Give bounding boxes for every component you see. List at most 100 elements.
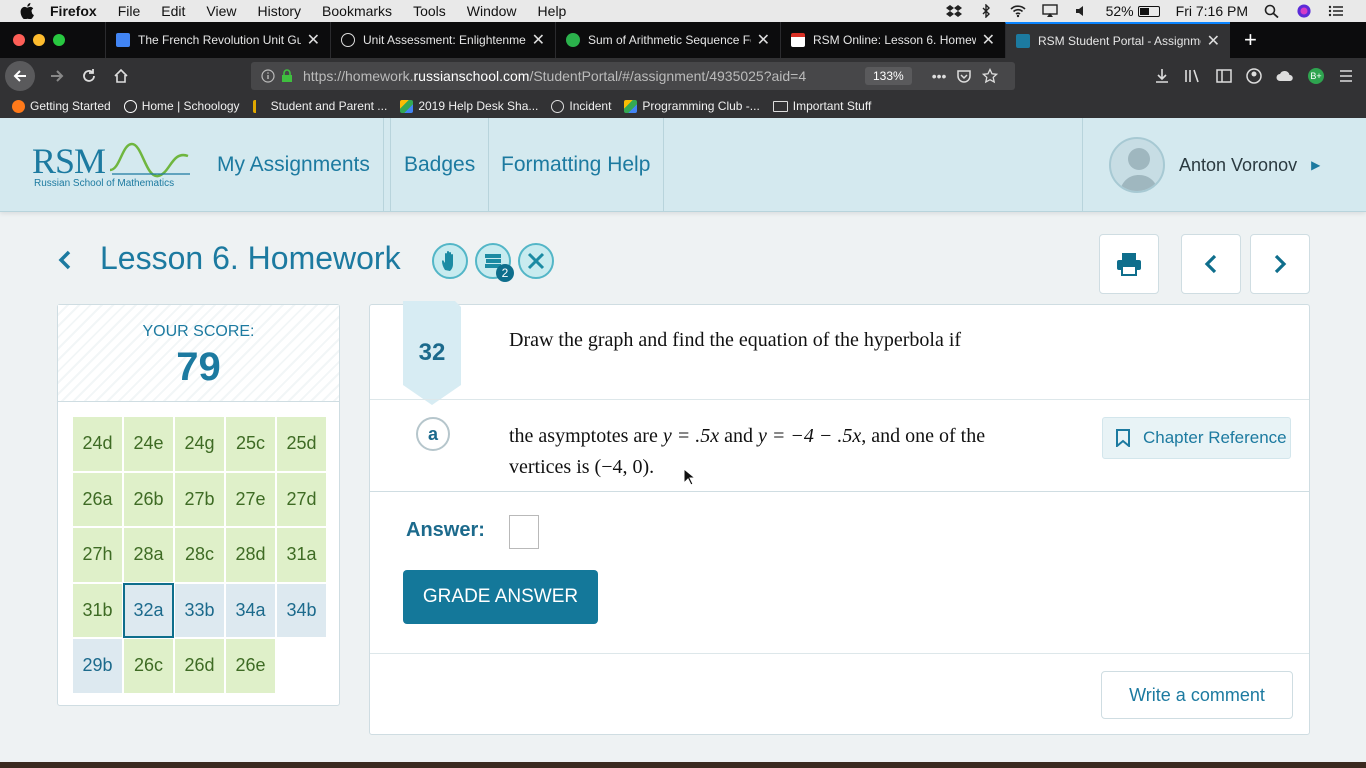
problem-cell[interactable]: 25d [276, 416, 327, 472]
next-problem-button[interactable] [1250, 234, 1310, 294]
problem-cell[interactable]: 27b [174, 471, 225, 527]
bookmark-schoology[interactable]: Home | Schoology [123, 99, 240, 113]
problem-cell[interactable]: 26d [174, 638, 225, 694]
tab-rsm-student-portal[interactable]: RSM Student Portal - Assignme ✕ [1005, 22, 1230, 58]
info-icon[interactable] [261, 69, 275, 83]
close-tab-icon[interactable]: ✕ [307, 30, 320, 50]
previous-problem-button[interactable] [1181, 234, 1241, 294]
zoom-level[interactable]: 133% [865, 67, 912, 85]
battery-indicator[interactable]: 52% [1106, 3, 1160, 19]
tab-french-revolution[interactable]: The French Revolution Unit Gui ✕ [105, 22, 330, 58]
airplay-icon[interactable] [1041, 4, 1058, 18]
lock-icon[interactable] [281, 69, 293, 83]
chapter-reference-button[interactable]: Chapter Reference [1102, 417, 1291, 459]
notification-center-icon[interactable] [1328, 4, 1344, 18]
bookmark-programming-club[interactable]: Programming Club -... [624, 99, 760, 113]
home-button[interactable] [107, 62, 135, 90]
page-actions-icon[interactable]: ••• [932, 68, 947, 84]
menu-edit[interactable]: Edit [161, 3, 185, 19]
tab-unit-assessment[interactable]: Unit Assessment: Enlightenmen ✕ [330, 22, 555, 58]
problem-cell[interactable]: 29b [72, 638, 123, 694]
menu-help[interactable]: Help [538, 3, 567, 19]
back-chevron-icon[interactable] [57, 248, 73, 279]
tab-arithmetic-sequence[interactable]: Sum of Arithmetic Sequence Fo ✕ [555, 22, 780, 58]
user-menu[interactable]: Anton Voronov ▶ [1082, 118, 1366, 212]
menu-bookmarks[interactable]: Bookmarks [322, 3, 392, 19]
back-button[interactable] [5, 61, 35, 91]
account-icon[interactable] [1246, 68, 1262, 84]
bookmark-getting-started[interactable]: Getting Started [12, 99, 111, 113]
address-bar[interactable]: https://homework.russianschool.com/Stude… [251, 62, 1015, 90]
zoom-window-button[interactable] [53, 34, 65, 46]
problem-cell[interactable]: 31b [72, 582, 123, 638]
write-comment-button[interactable]: Write a comment [1101, 671, 1293, 719]
apple-icon[interactable] [20, 3, 34, 19]
problem-cell[interactable]: 33b [174, 582, 225, 638]
problem-cell[interactable]: 28c [174, 527, 225, 583]
menu-app-firefox[interactable]: Firefox [50, 3, 97, 19]
menu-file[interactable]: File [118, 3, 141, 19]
menu-tools[interactable]: Tools [413, 3, 446, 19]
nav-badges[interactable]: Badges [390, 118, 490, 212]
new-tab-button[interactable]: + [1244, 27, 1257, 53]
close-tab-icon[interactable]: ✕ [982, 30, 995, 50]
close-tab-icon[interactable]: ✕ [757, 30, 770, 50]
pocket-icon[interactable] [956, 68, 972, 84]
siri-icon[interactable] [1296, 4, 1312, 18]
hand-badge-icon[interactable] [432, 243, 468, 279]
problem-cell[interactable]: 26e [225, 638, 276, 694]
bluetooth-icon[interactable] [978, 4, 994, 18]
problem-cell[interactable]: 24d [72, 416, 123, 472]
grammar-extension-icon[interactable]: B+ [1308, 68, 1324, 84]
bookmark-help-desk[interactable]: 2019 Help Desk Sha... [400, 99, 538, 113]
close-tab-icon[interactable]: ✕ [1207, 31, 1220, 51]
menu-view[interactable]: View [206, 3, 236, 19]
problem-cell[interactable]: 26c [123, 638, 174, 694]
clock[interactable]: Fri 7:16 PM [1176, 3, 1248, 19]
dropbox-icon[interactable] [945, 4, 962, 18]
bookmark-important-stuff[interactable]: Important Stuff [772, 99, 871, 113]
minimize-window-button[interactable] [33, 34, 45, 46]
problem-cell[interactable]: 28a [123, 527, 174, 583]
volume-icon[interactable] [1074, 4, 1090, 18]
answer-input[interactable] [509, 515, 539, 549]
hamburger-menu-icon[interactable] [1338, 68, 1354, 84]
wifi-icon[interactable] [1010, 4, 1026, 18]
forward-button[interactable] [43, 62, 71, 90]
extension-cloud-icon[interactable] [1276, 68, 1294, 84]
problem-cell[interactable]: 27e [225, 471, 276, 527]
problem-cell[interactable]: 32a [123, 582, 174, 638]
problem-cell[interactable]: 27h [72, 527, 123, 583]
grade-answer-button[interactable]: GRADE ANSWER [403, 570, 598, 624]
bookmark-student-parent[interactable]: Student and Parent ... [252, 99, 387, 113]
nav-formatting-help[interactable]: Formatting Help [488, 118, 665, 212]
spotlight-search-icon[interactable] [1264, 4, 1280, 18]
downloads-icon[interactable] [1154, 68, 1170, 84]
problem-cell[interactable]: 24g [174, 416, 225, 472]
close-window-button[interactable] [13, 34, 25, 46]
library-icon[interactable] [1184, 68, 1202, 84]
problem-cell[interactable]: 24e [123, 416, 174, 472]
rsm-logo[interactable]: RSM Russian School of Mathematics [30, 138, 200, 193]
problem-cell[interactable]: 25c [225, 416, 276, 472]
print-button[interactable] [1099, 234, 1159, 294]
nav-my-assignments[interactable]: My Assignments [204, 118, 384, 212]
tools-badge-icon[interactable] [518, 243, 554, 279]
url-text[interactable]: https://homework.russianschool.com/Stude… [303, 68, 853, 84]
reload-button[interactable] [75, 62, 103, 90]
problem-cell[interactable]: 26a [72, 471, 123, 527]
problem-cell[interactable]: 28d [225, 527, 276, 583]
close-tab-icon[interactable]: ✕ [532, 30, 545, 50]
menu-window[interactable]: Window [467, 3, 517, 19]
menu-history[interactable]: History [257, 3, 301, 19]
problem-cell[interactable]: 34b [276, 582, 327, 638]
problem-cell[interactable]: 26b [123, 471, 174, 527]
problem-cell[interactable]: 27d [276, 471, 327, 527]
sidebar-icon[interactable] [1216, 68, 1232, 84]
books-badge-icon[interactable]: 2 [475, 243, 514, 282]
tab-rsm-online[interactable]: RSM Online: Lesson 6. Homewo ✕ [780, 22, 1005, 58]
bookmark-star-icon[interactable] [982, 68, 999, 84]
problem-cell[interactable]: 34a [225, 582, 276, 638]
problem-cell[interactable]: 31a [276, 527, 327, 583]
bookmark-incident[interactable]: Incident [551, 99, 611, 113]
